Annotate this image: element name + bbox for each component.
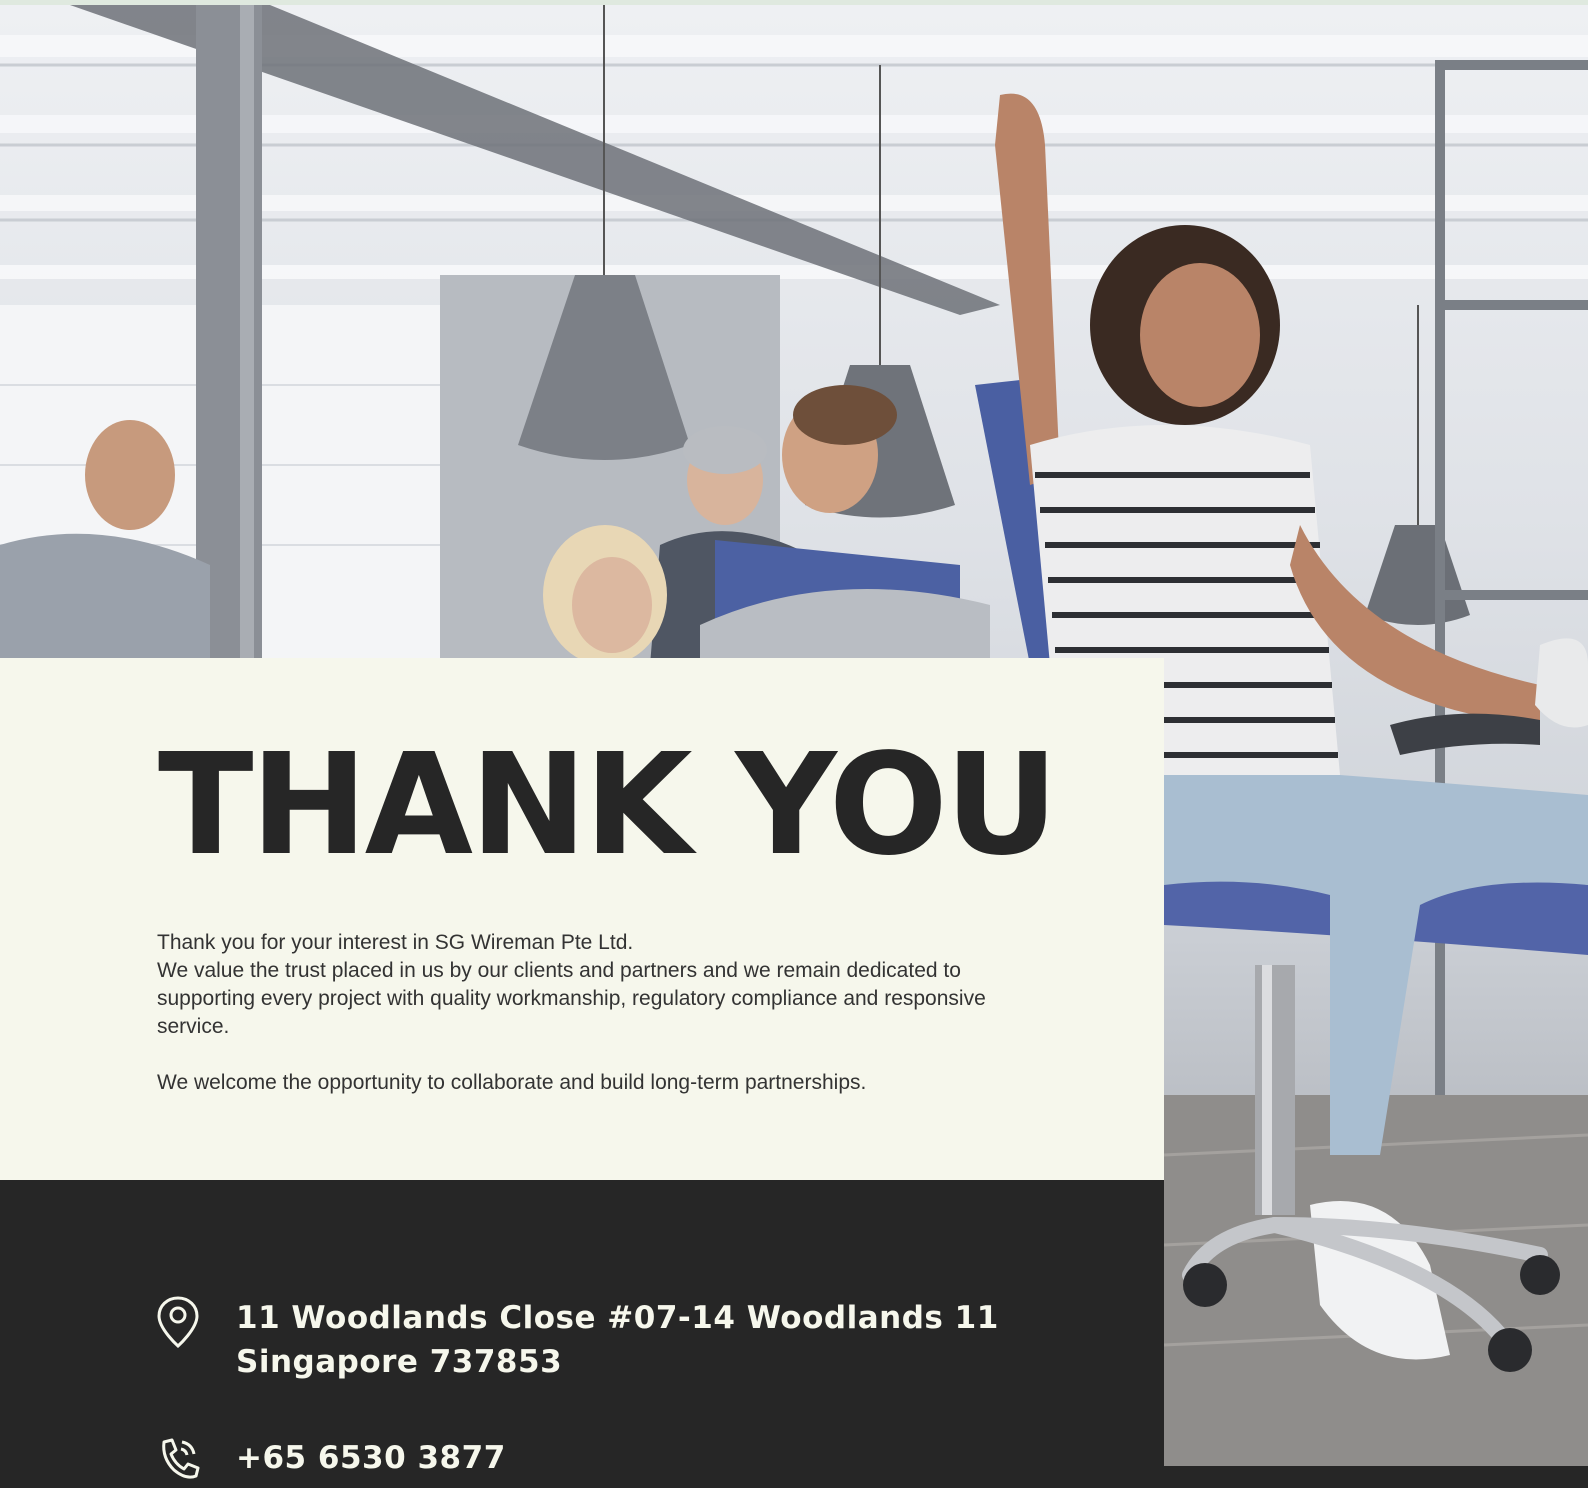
message-line: We value the trust placed in us by our c… xyxy=(157,959,986,1038)
contact-phone-row: +65 6530 3877 xyxy=(156,1436,506,1488)
phone-number: +65 6530 3877 xyxy=(236,1440,506,1476)
address-line-1: 11 Woodlands Close #07-14 Woodlands 11 xyxy=(236,1300,999,1336)
phone-icon xyxy=(162,1438,200,1479)
page-title: THANK YOU xyxy=(158,724,1058,887)
message-closing: We welcome the opportunity to collaborat… xyxy=(157,1071,867,1094)
address-text: 11 Woodlands Close #07-14 Woodlands 11 S… xyxy=(236,1296,999,1384)
address-line-2: Singapore 737853 xyxy=(236,1344,563,1380)
contact-address-row: 11 Woodlands Close #07-14 Woodlands 11 S… xyxy=(156,1296,999,1384)
message-text: Thank you for your interest in SG Wirema… xyxy=(157,929,997,1097)
location-pin-icon xyxy=(157,1296,199,1348)
phone-text: +65 6530 3877 xyxy=(236,1436,506,1480)
message-line: Thank you for your interest in SG Wirema… xyxy=(157,931,634,954)
